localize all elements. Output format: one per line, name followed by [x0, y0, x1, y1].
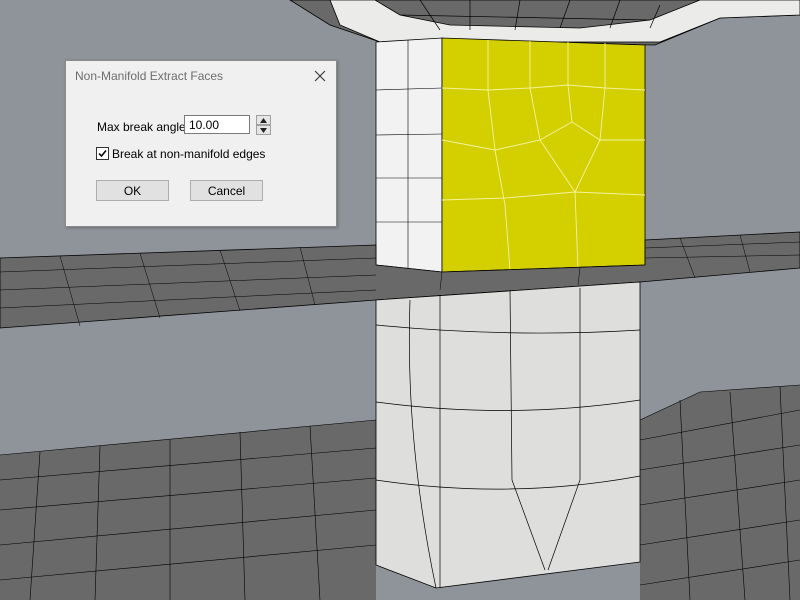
break-at-non-manifold-label[interactable]: Break at non-manifold edges: [112, 147, 265, 161]
max-break-angle-label: Max break angle: [97, 120, 186, 134]
close-button[interactable]: [310, 66, 330, 86]
upper-column: [375, 37, 443, 273]
lower-column: [375, 281, 641, 589]
dialog-title-bar[interactable]: Non-Manifold Extract Faces: [66, 61, 336, 91]
ok-button[interactable]: OK: [96, 180, 169, 201]
close-icon: [314, 70, 326, 82]
down-arrow-icon: [260, 128, 267, 133]
break-at-non-manifold-checkbox[interactable]: [96, 147, 109, 160]
cancel-button[interactable]: Cancel: [190, 180, 263, 201]
spin-down-button[interactable]: [256, 125, 271, 135]
dialog-title: Non-Manifold Extract Faces: [75, 69, 224, 83]
checkmark-icon: [98, 150, 107, 158]
selected-face: [441, 37, 646, 273]
spin-up-button[interactable]: [256, 115, 271, 125]
max-break-angle-input[interactable]: [184, 115, 250, 134]
non-manifold-extract-dialog: Non-Manifold Extract Faces Max break ang…: [65, 60, 337, 227]
up-arrow-icon: [260, 118, 267, 123]
